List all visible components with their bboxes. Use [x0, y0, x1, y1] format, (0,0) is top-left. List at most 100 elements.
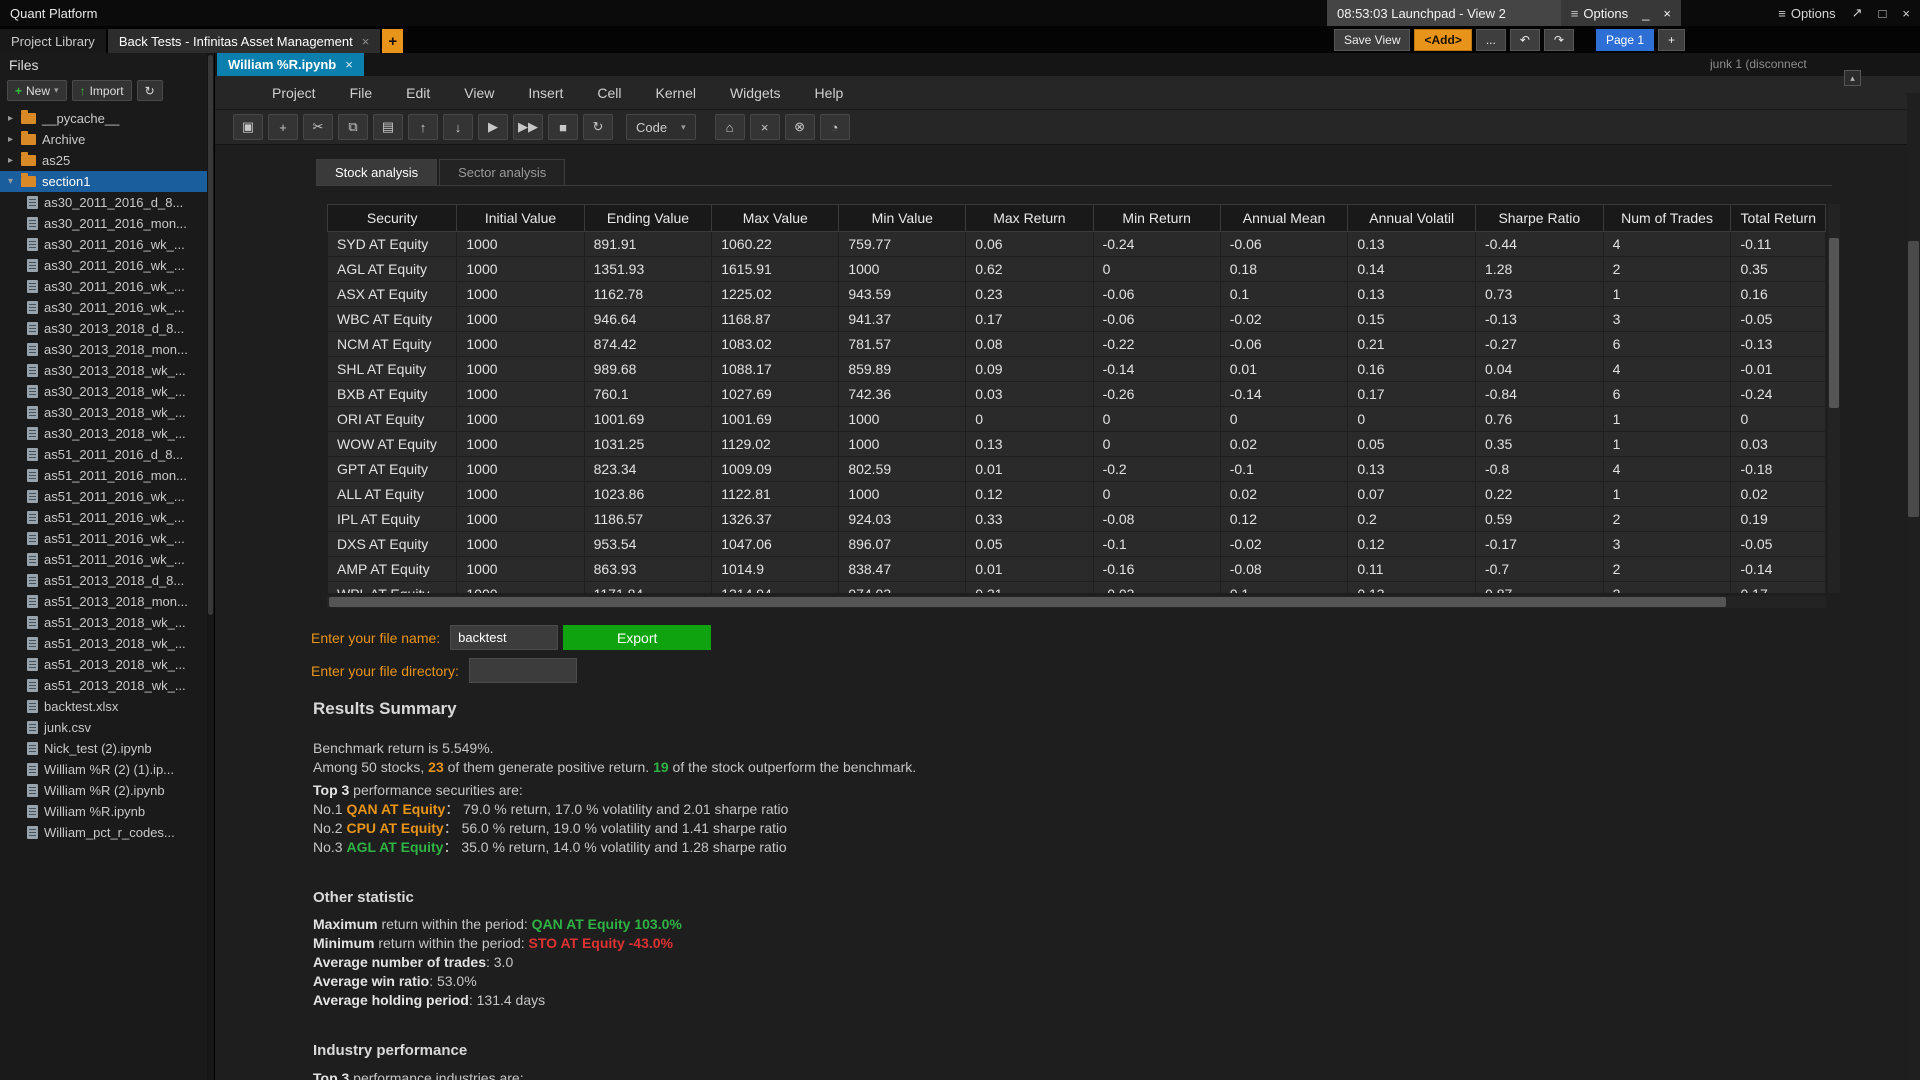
tree-file-as51-2013-2018-d-8[interactable]: as51_2013_2018_d_8... [0, 570, 214, 591]
tree-file-as51-2011-2016-wk[interactable]: as51_2011_2016_wk_... [0, 549, 214, 570]
paste-cell-button[interactable]: ▤ [373, 114, 403, 140]
table-row-wbc-at-equity[interactable]: WBC AT Equity1000946.641168.87941.370.17… [328, 307, 1826, 332]
close-button[interactable]: × [1663, 6, 1671, 21]
tree-file-as51-2011-2016-wk[interactable]: as51_2011_2016_wk_... [0, 528, 214, 549]
interrupt-button[interactable]: ⊗ [785, 114, 815, 140]
close-icon[interactable]: × [345, 57, 353, 72]
table-row-wow-at-equity[interactable]: WOW AT Equity10001031.251129.0210000.130… [328, 432, 1826, 457]
tree-file-william-r-ipynb[interactable]: William %R.ipynb [0, 801, 214, 822]
menu-kernel[interactable]: Kernel [639, 85, 713, 101]
table-vertical-scrollbar-thumb[interactable] [1829, 238, 1839, 408]
file-name-input[interactable] [450, 625, 558, 650]
menu-help[interactable]: Help [798, 85, 861, 101]
run-cell-button[interactable]: ▶ [478, 114, 508, 140]
column-header-annual-volatil[interactable]: Annual Volatil [1348, 205, 1476, 232]
column-header-ending-value[interactable]: Ending Value [584, 205, 712, 232]
add-page-button[interactable]: + [1658, 29, 1685, 51]
save-button[interactable]: ▣ [233, 114, 263, 140]
column-header-total-return[interactable]: Total Return [1731, 205, 1826, 232]
table-row-bxb-at-equity[interactable]: BXB AT Equity1000760.11027.69742.360.03-… [328, 382, 1826, 407]
tree-file-as30-2011-2016-wk[interactable]: as30_2011_2016_wk_... [0, 297, 214, 318]
tree-file-william-pct-r-codes[interactable]: William_pct_r_codes... [0, 822, 214, 843]
tree-file-backtest-xlsx[interactable]: backtest.xlsx [0, 696, 214, 717]
tree-file-as30-2011-2016-wk[interactable]: as30_2011_2016_wk_... [0, 276, 214, 297]
menu-view[interactable]: View [447, 85, 511, 101]
tree-folder-section1[interactable]: ▾section1 [0, 171, 214, 192]
cut-cell-button[interactable]: ✂ [303, 114, 333, 140]
command-palette-button[interactable]: ⌂ [715, 114, 745, 140]
menu-edit[interactable]: Edit [389, 85, 447, 101]
tree-file-as51-2013-2018-wk[interactable]: as51_2013_2018_wk_... [0, 654, 214, 675]
table-row-wpl-at-equity[interactable]: WPL AT Equity10001171.841314.94974.030.3… [328, 582, 1826, 594]
add-cell-button[interactable]: + [268, 114, 298, 140]
tree-file-william-r-2-ipynb[interactable]: William %R (2).ipynb [0, 780, 214, 801]
table-row-ipl-at-equity[interactable]: IPL AT Equity10001186.571326.37924.030.3… [328, 507, 1826, 532]
tree-file-as51-2011-2016-wk[interactable]: as51_2011_2016_wk_... [0, 486, 214, 507]
sidebar-scrollbar-thumb[interactable] [208, 55, 213, 615]
tree-file-as30-2013-2018-wk[interactable]: as30_2013_2018_wk_... [0, 381, 214, 402]
notebook-tab[interactable]: William %R.ipynb × [217, 53, 364, 76]
table-row-ncm-at-equity[interactable]: NCM AT Equity1000874.421083.02781.570.08… [328, 332, 1826, 357]
minimize-button[interactable]: _ [1642, 6, 1649, 21]
tree-file-as51-2013-2018-wk[interactable]: as51_2013_2018_wk_... [0, 633, 214, 654]
column-header-min-value[interactable]: Min Value [839, 205, 966, 232]
global-options-button[interactable]: ≡ Options [1778, 6, 1835, 21]
sidebar-scrollbar[interactable] [207, 53, 214, 1080]
table-row-gpt-at-equity[interactable]: GPT AT Equity1000823.341009.09802.590.01… [328, 457, 1826, 482]
table-row-ori-at-equity[interactable]: ORI AT Equity10001001.691001.69100000000… [328, 407, 1826, 432]
tree-file-as30-2013-2018-wk[interactable]: as30_2013_2018_wk_... [0, 360, 214, 381]
tree-file-as30-2013-2018-wk[interactable]: as30_2013_2018_wk_... [0, 402, 214, 423]
tree-file-as51-2013-2018-wk[interactable]: as51_2013_2018_wk_... [0, 675, 214, 696]
maximize-icon[interactable]: □ [1879, 6, 1887, 21]
import-button[interactable]: ↑ Import [72, 80, 132, 101]
table-row-agl-at-equity[interactable]: AGL AT Equity10001351.931615.9110000.620… [328, 257, 1826, 282]
launchpad-titlebar[interactable]: 08:53:03 Launchpad - View 2 ≡ Options _ … [1327, 0, 1681, 26]
tree-file-william-r-2-1-ip[interactable]: William %R (2) (1).ip... [0, 759, 214, 780]
move-cell-up-button[interactable]: ↑ [408, 114, 438, 140]
close-pager-button[interactable]: × [750, 114, 780, 140]
table-row-asx-at-equity[interactable]: ASX AT Equity10001162.781225.02943.590.2… [328, 282, 1826, 307]
cell-type-select[interactable]: Code ▾ [626, 114, 696, 140]
table-row-amp-at-equity[interactable]: AMP AT Equity1000863.931014.9838.470.01-… [328, 557, 1826, 582]
file-directory-input[interactable] [469, 658, 577, 683]
column-header-initial-value[interactable]: Initial Value [457, 205, 584, 232]
close-icon[interactable]: × [362, 34, 370, 49]
restart-kernel-button[interactable]: ↻ [583, 114, 613, 140]
refresh-button[interactable]: ↻ [137, 80, 163, 101]
table-horizontal-scrollbar-thumb[interactable] [329, 597, 1726, 607]
tree-file-junk-csv[interactable]: junk.csv [0, 717, 214, 738]
new-project-tab-button[interactable]: + [382, 29, 403, 53]
menu-file[interactable]: File [333, 85, 390, 101]
expand-icon[interactable]: ↗ [1852, 5, 1863, 21]
tab-stock-analysis[interactable]: Stock analysis [316, 159, 437, 185]
page-tab[interactable]: Page 1 [1596, 29, 1654, 51]
run-all-button[interactable]: ▶▶ [513, 114, 543, 140]
window-vertical-scrollbar[interactable] [1907, 93, 1920, 1080]
column-header-security[interactable]: Security [328, 205, 457, 232]
more-options-button[interactable]: ... [1476, 29, 1506, 51]
tree-file-as30-2011-2016-mon[interactable]: as30_2011_2016_mon... [0, 213, 214, 234]
tree-file-as51-2013-2018-wk[interactable]: as51_2013_2018_wk_... [0, 612, 214, 633]
table-row-syd-at-equity[interactable]: SYD AT Equity1000891.911060.22759.770.06… [328, 232, 1826, 257]
column-header-max-return[interactable]: Max Return [966, 205, 1093, 232]
tree-file-as51-2011-2016-wk[interactable]: as51_2011_2016_wk_... [0, 507, 214, 528]
stop-kernel-button[interactable]: ■ [548, 114, 578, 140]
tree-file-as51-2013-2018-mon[interactable]: as51_2013_2018_mon... [0, 591, 214, 612]
copy-cell-button[interactable]: ⧉ [338, 114, 368, 140]
column-header-num-of-trades[interactable]: Num of Trades [1603, 205, 1731, 232]
column-header-annual-mean[interactable]: Annual Mean [1220, 205, 1348, 232]
tree-file-as51-2011-2016-d-8[interactable]: as51_2011_2016_d_8... [0, 444, 214, 465]
tree-file-as30-2013-2018-d-8[interactable]: as30_2013_2018_d_8... [0, 318, 214, 339]
close-icon[interactable]: × [1902, 6, 1910, 21]
tree-file-as51-2011-2016-mon[interactable]: as51_2011_2016_mon... [0, 465, 214, 486]
move-cell-down-button[interactable]: ↓ [443, 114, 473, 140]
menu-project[interactable]: Project [255, 85, 333, 101]
redo-button[interactable]: ↷ [1544, 29, 1574, 51]
launchpad-options-button[interactable]: ≡ Options [1571, 6, 1628, 21]
tree-file-as30-2011-2016-d-8[interactable]: as30_2011_2016_d_8... [0, 192, 214, 213]
table-row-all-at-equity[interactable]: ALL AT Equity10001023.861122.8110000.120… [328, 482, 1826, 507]
export-button[interactable]: Export [563, 625, 711, 650]
tree-folder-as25[interactable]: ▸as25 [0, 150, 214, 171]
menu-cell[interactable]: Cell [580, 85, 638, 101]
table-row-dxs-at-equity[interactable]: DXS AT Equity1000953.541047.06896.070.05… [328, 532, 1826, 557]
